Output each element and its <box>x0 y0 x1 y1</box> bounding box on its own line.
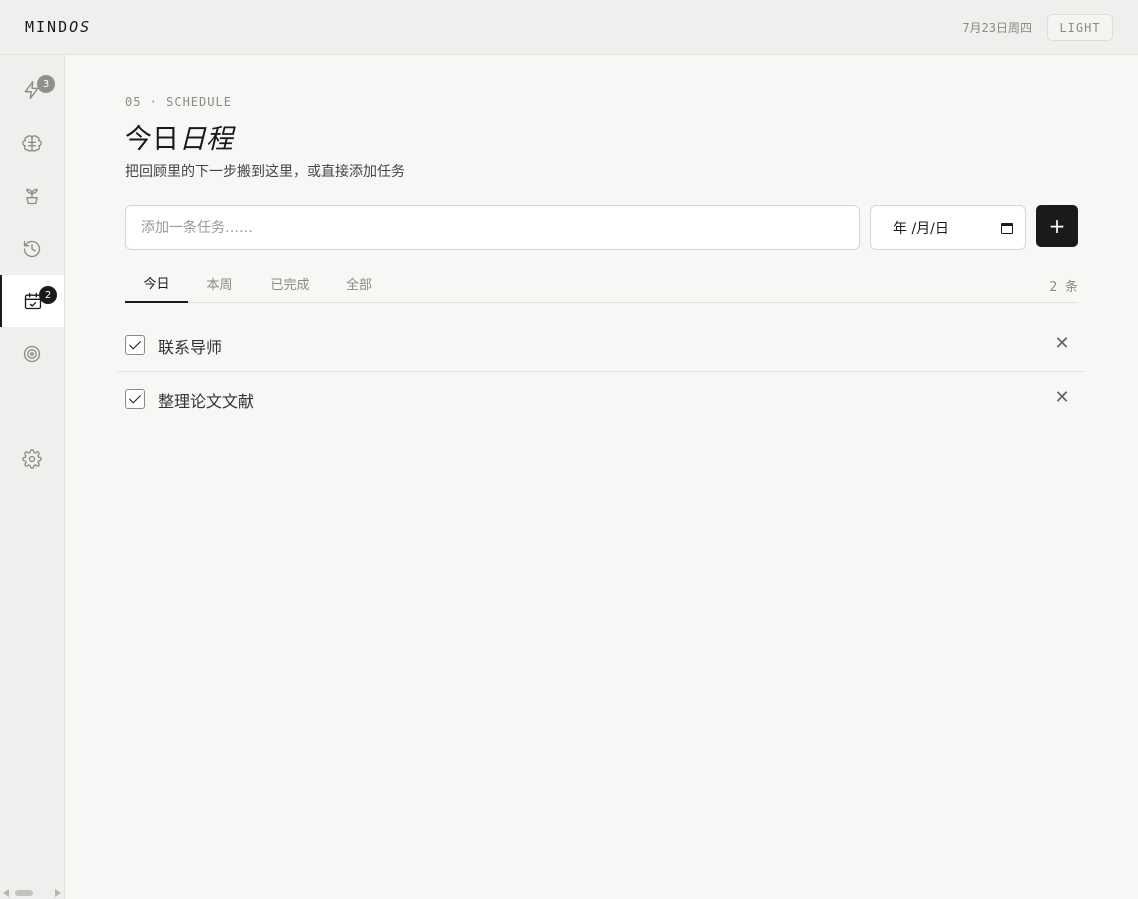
tab-this-week[interactable]: 本周 <box>188 263 251 303</box>
tab-completed[interactable]: 已完成 <box>255 263 325 303</box>
theme-toggle-button[interactable]: LIGHT <box>1047 14 1113 41</box>
due-date-picker[interactable]: 年 /月/日 <box>870 205 1026 250</box>
sidebar-item-growth[interactable] <box>0 170 64 222</box>
notification-badge: 2 <box>39 286 57 304</box>
calendar-icon[interactable] <box>1001 222 1013 234</box>
new-task-input[interactable] <box>125 205 860 250</box>
page-title: 今日日程 <box>125 117 233 156</box>
delete-task-button[interactable]: ✕ <box>1052 333 1072 354</box>
add-task-button[interactable]: + <box>1036 205 1078 247</box>
sidebar: 3 2 <box>0 55 65 899</box>
sprout-icon <box>26 188 38 205</box>
sidebar-item-mind[interactable] <box>0 118 64 170</box>
horizontal-scrollbar[interactable] <box>0 887 64 899</box>
section-tag: 05 · SCHEDULE <box>125 95 232 109</box>
sidebar-item-quick[interactable]: 3 <box>0 64 64 116</box>
task-row: 整理论文文献 ✕ <box>117 372 1086 426</box>
scroll-left-arrow-icon[interactable] <box>3 889 9 897</box>
task-text: 整理论文文献 <box>158 392 255 411</box>
current-date: 7月23日周四 <box>962 21 1032 35</box>
sidebar-item-goals[interactable] <box>0 328 64 380</box>
logo-accent: OS <box>69 18 92 36</box>
page-title-plain: 今日 <box>125 124 179 155</box>
sidebar-item-schedule[interactable]: 2 <box>0 275 64 327</box>
scrollbar-thumb[interactable] <box>15 890 33 896</box>
target-icon <box>23 345 41 363</box>
date-placeholder: 年 /月/日 <box>893 220 949 237</box>
task-checkbox[interactable] <box>125 389 145 409</box>
delete-task-button[interactable]: ✕ <box>1052 387 1072 408</box>
app-logo[interactable]: MINDOS <box>25 18 91 36</box>
page-subtitle: 把回顾里的下一步搬到这里，或直接添加任务 <box>125 164 405 180</box>
logo-main: MIND <box>25 18 70 36</box>
tab-today[interactable]: 今日 <box>125 263 188 303</box>
gear-icon <box>22 449 42 469</box>
sidebar-item-settings[interactable] <box>0 433 64 485</box>
history-icon <box>23 240 41 258</box>
brain-icon <box>22 135 42 152</box>
top-bar: MINDOS 7月23日周四 LIGHT <box>0 0 1138 55</box>
tab-all[interactable]: 全部 <box>331 263 387 303</box>
page-title-italic: 日程 <box>179 124 233 155</box>
task-checkbox[interactable] <box>125 335 145 355</box>
task-text: 联系导师 <box>158 338 223 357</box>
sidebar-item-review[interactable] <box>0 223 64 275</box>
task-row: 联系导师 ✕ <box>117 318 1086 372</box>
scroll-right-arrow-icon[interactable] <box>55 889 61 897</box>
notification-badge: 3 <box>37 75 55 93</box>
filter-tabs: 今日 本周 已完成 全部 <box>125 263 1078 303</box>
task-count: 2 条 <box>1049 280 1078 295</box>
